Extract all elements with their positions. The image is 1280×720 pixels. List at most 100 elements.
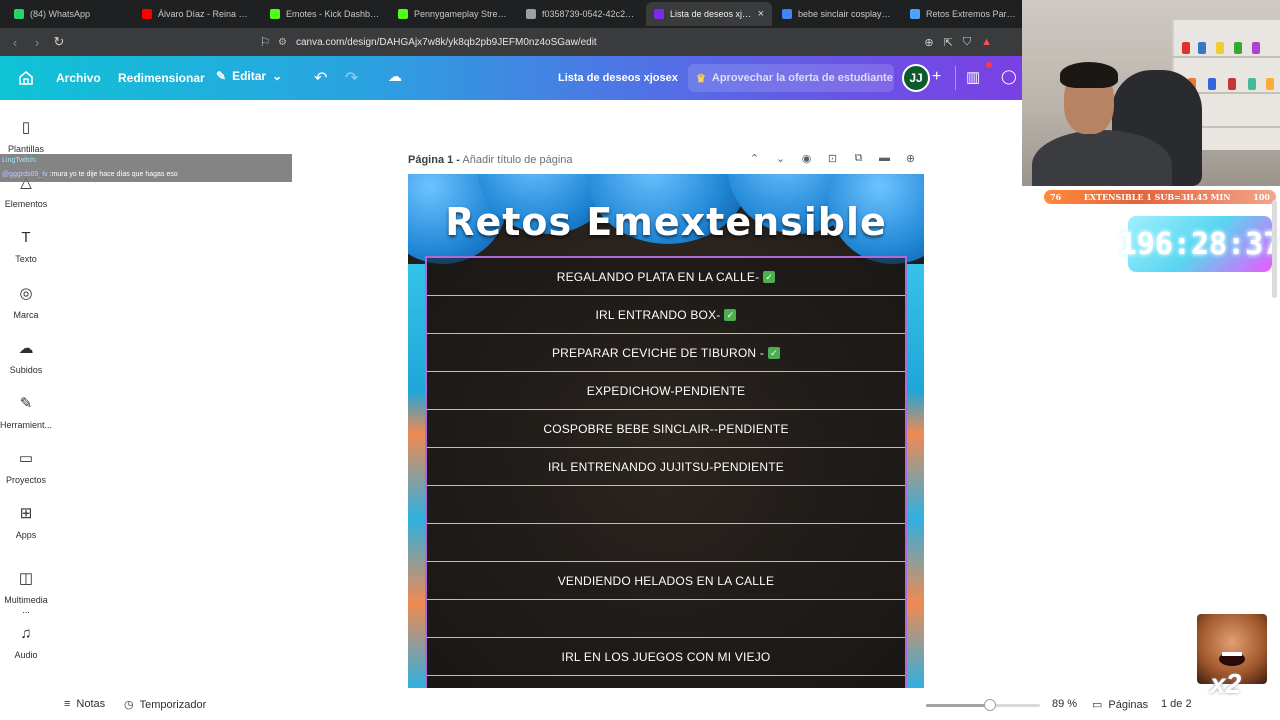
challenge-row[interactable]: EXPEDICHOW-PENDIENTE [427, 372, 905, 410]
chat-message: @gggrds69_tv :mura yo te dije hace días … [0, 168, 292, 182]
stats-icon[interactable]: ▥ [966, 68, 980, 86]
browser-tab[interactable]: f0358739-0542-42c2-b7d [518, 2, 644, 26]
sidebar-item[interactable]: ☁ Subidos [0, 339, 52, 375]
figure [1248, 78, 1256, 90]
challenge-row[interactable]: AQUAPOX [427, 676, 905, 689]
pages-icon: ▭ [1092, 699, 1103, 711]
challenge-row[interactable]: PREPARAR CEVICHE DE TIBURON - ✓ [427, 334, 905, 372]
editar-label: Editar [232, 69, 267, 83]
reload-icon[interactable]: ↻ [48, 34, 70, 50]
browser-tab[interactable]: Pennygameplay Stream - V [390, 2, 516, 26]
challenge-row[interactable]: COSPOBRE BEBE SINCLAIR--PENDIENTE [427, 410, 905, 448]
challenge-text: COSPOBRE BEBE SINCLAIR--PENDIENTE [543, 421, 789, 436]
share-icon[interactable]: ⇱ [944, 36, 953, 49]
lock-icon[interactable]: ⊡ [826, 152, 839, 165]
undo-icon[interactable]: ↶ [314, 68, 327, 88]
sidebar-item[interactable]: ▯ Plantillas [0, 118, 52, 154]
url-box[interactable]: ⚐ ⚙ canva.com/design/DAHGAjx7w8k/yk8qb2p… [252, 31, 996, 53]
sidebar-item[interactable]: ⊞ Apps [0, 504, 52, 540]
editar-button[interactable]: ✎ Editar ⌄ [216, 69, 282, 83]
pages-label: Páginas [1108, 698, 1149, 711]
add-page-icon[interactable]: ⊕ [904, 152, 917, 165]
chevron-down-icon[interactable]: ⌄ [774, 152, 787, 165]
sidebar-item[interactable]: ◫ Multimedia ... [0, 569, 52, 615]
browser-tab[interactable]: (84) WhatsApp [6, 2, 132, 26]
design-page[interactable]: Retos Emextensible REGALANDO PLATA EN LA… [408, 174, 924, 688]
add-user-icon[interactable]: + [932, 68, 941, 86]
page-number: Página 1 - [408, 154, 460, 166]
background-edge-right [906, 264, 924, 688]
challenge-row[interactable]: REGALANDO PLATA EN LA CALLE- ✓ [427, 258, 905, 296]
forward-icon[interactable]: › [26, 35, 48, 50]
sidebar-item-label: Audio [14, 650, 38, 660]
redo-icon[interactable]: ↷ [345, 68, 358, 88]
duplicate-icon[interactable]: ⧉ [852, 152, 865, 165]
chevron-up-icon[interactable]: ⌃ [748, 152, 761, 165]
notes-icon: ≡ [64, 698, 71, 710]
page-title-placeholder[interactable]: Añadir título de página [462, 154, 572, 166]
page-label[interactable]: Página 1 - Añadir título de página [408, 154, 573, 166]
sub-goal-bar: 76 EXTENSIBLE 1 SUB=3H.45 MIN 100 [1044, 190, 1276, 204]
avatar[interactable]: JJ [902, 64, 930, 92]
browser-tab[interactable]: Lista de deseos xjosex × [646, 2, 772, 26]
challenge-row[interactable]: VENDIENDO HELADOS EN LA CALLE [427, 562, 905, 600]
figure [1234, 42, 1242, 54]
timer-icon: ◷ [124, 699, 134, 711]
bottom-bar: ≡ Notas ◷ Temporizador 89 % ▭ Páginas 1 … [0, 690, 1280, 720]
shield-icon[interactable]: ⛉ [963, 36, 971, 49]
cloud-saved-icon[interactable]: ☁ [388, 68, 402, 85]
redimensionar-button[interactable]: Redimensionar [118, 71, 205, 85]
browser-tab[interactable]: Retos Extremos Para Strea [902, 2, 1028, 26]
figure [1228, 78, 1236, 90]
design-title[interactable]: Retos Emextensible [408, 200, 924, 244]
notes-button[interactable]: ≡ Notas [64, 698, 105, 710]
sidebar-item-label: Herramient... [0, 420, 53, 430]
sidebar-item[interactable]: ♫ Audio [0, 624, 52, 660]
sidebar-item-icon: ♫ [20, 625, 32, 642]
timer-button[interactable]: ◷ Temporizador [124, 698, 206, 712]
sidebar-item-icon: T [21, 229, 31, 246]
emote-multiplier: x2 [1210, 668, 1242, 699]
shelf-board [1172, 56, 1280, 58]
close-tab-icon[interactable]: × [758, 8, 764, 20]
sidebar-item[interactable]: ◎ Marca [0, 284, 52, 320]
figure [1216, 42, 1224, 54]
challenge-row[interactable] [427, 600, 905, 638]
scrollbar[interactable] [1272, 200, 1277, 298]
delete-icon[interactable]: ▬ [878, 152, 891, 165]
sidebar-item-icon: ▯ [21, 119, 31, 136]
challenge-row[interactable] [427, 486, 905, 524]
browser-tab[interactable]: Emotes - Kick Dashboard [262, 2, 388, 26]
bookmark-icon[interactable]: ⚐ [252, 35, 278, 49]
zoom-slider[interactable] [926, 699, 1040, 711]
document-title[interactable]: Lista de deseos xjosex [558, 72, 678, 84]
canva-header: Archivo Redimensionar ✎ Editar ⌄ ↶ ↷ ☁ L… [0, 56, 1022, 100]
notes-label: Notas [76, 698, 106, 710]
warning-icon[interactable]: ▲ [981, 36, 992, 49]
sidebar-item[interactable]: ▭ Proyectos [0, 449, 52, 485]
figure [1182, 42, 1190, 54]
sidebar-item[interactable]: ✎ Herramient... [0, 394, 52, 430]
challenge-row[interactable]: IRL EN LOS JUEGOS CON MI VIEJO [427, 638, 905, 676]
zoom-slider-handle[interactable] [983, 699, 996, 711]
pages-button[interactable]: ▭ Páginas [1092, 698, 1149, 712]
challenge-row[interactable] [427, 524, 905, 562]
challenge-table[interactable]: REGALANDO PLATA EN LA CALLE- ✓ IRL ENTRAND… [425, 256, 907, 688]
url-text[interactable]: canva.com/design/DAHGAjx7w8k/yk8qb2pb9JE… [296, 37, 924, 48]
zoom-level[interactable]: 89 % [1052, 698, 1077, 710]
browser-tab[interactable]: bebe sinclair cosplay - Bu [774, 2, 900, 26]
zoom-icon[interactable]: ⊕ [924, 36, 933, 49]
sidebar-item-label: Marca [13, 310, 39, 320]
challenge-row[interactable]: IRL ENTRANDO BOX- ✓ [427, 296, 905, 334]
archivo-button[interactable]: Archivo [56, 71, 101, 85]
challenge-row[interactable]: IRL ENTRENANDO JUJITSU-PENDIENTE [427, 448, 905, 486]
sidebar-item[interactable]: T Texto [0, 228, 52, 264]
back-icon[interactable]: ‹ [4, 35, 26, 50]
site-info-icon[interactable]: ⚙ [278, 37, 296, 48]
browser-tab[interactable]: Álvaro Díaz - Reina Pepiad [134, 2, 260, 26]
hide-icon[interactable]: ◉ [800, 152, 813, 165]
home-icon[interactable] [18, 70, 34, 86]
student-offer-button[interactable]: ♛ Aprovechar la oferta de estudiante [688, 64, 894, 92]
sidebar-item-icon: ◫ [18, 570, 34, 587]
comment-icon[interactable]: ◯ [1001, 68, 1017, 85]
